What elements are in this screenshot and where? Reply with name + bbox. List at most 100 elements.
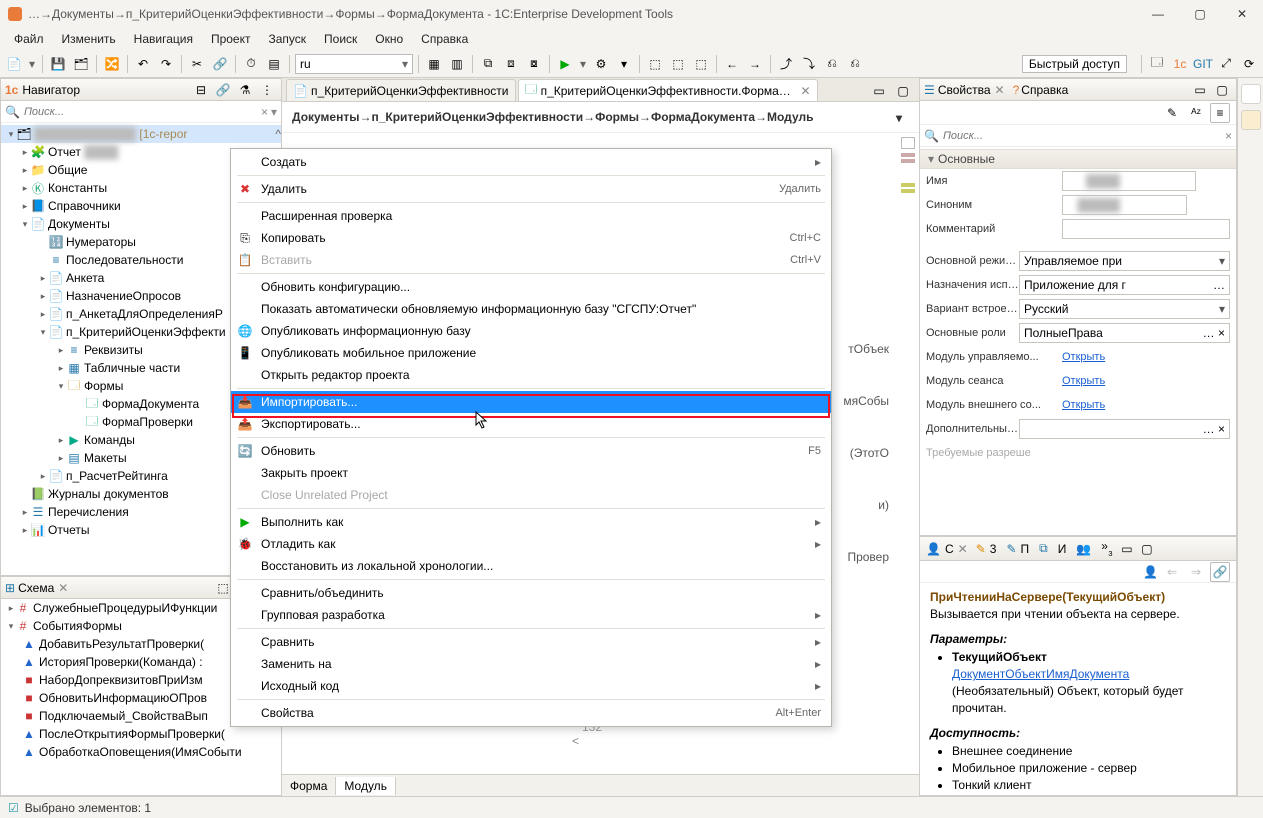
filter-icon[interactable]: ⚗ (235, 80, 255, 100)
prop-section-main[interactable]: ▾Основные (920, 149, 1236, 169)
scheme-item[interactable]: ▲ОбработкаОповещения(ИмяСобыти (1, 743, 281, 761)
tb-icon-9[interactable]: ⬚ (668, 54, 688, 74)
prop-addwords-combo[interactable]: … × (1019, 419, 1230, 439)
tb-icon-11[interactable]: ⤴ (776, 54, 796, 74)
editor-tab[interactable]: 📄 п_КритерийОценкиЭффективности (286, 79, 516, 101)
forward-button[interactable]: → (745, 54, 765, 74)
tb-icon-10[interactable]: ⬚ (691, 54, 711, 74)
menu-run[interactable]: Запуск (260, 30, 314, 48)
prop-roles-combo[interactable]: ПолныеПрава… × (1019, 323, 1230, 343)
tree-root[interactable]: ▾🗂████████████ [1c-repor^ (1, 125, 281, 143)
maximize-button[interactable]: ▢ (1179, 0, 1221, 28)
context-menu-item[interactable]: 📥Импортировать... (231, 391, 831, 413)
restore-icon[interactable]: ▭ (869, 81, 889, 101)
footer-tab-form[interactable]: Форма (282, 777, 336, 795)
context-menu-item[interactable]: Сравнить/объединить (231, 582, 831, 604)
context-menu-item[interactable]: Восстановить из локальной хронологии... (231, 555, 831, 577)
vstrip-btn-2[interactable] (1241, 110, 1261, 130)
menu-help[interactable]: Справка (413, 30, 476, 48)
overview-ruler[interactable] (901, 137, 915, 195)
context-menu-item[interactable]: Заменить на▸ (231, 653, 831, 675)
tb-icon-7[interactable]: ▾ (614, 54, 634, 74)
tb-icon-2[interactable]: ▥ (447, 54, 467, 74)
menu-window[interactable]: Окно (367, 30, 411, 48)
prop-name-input[interactable] (1062, 171, 1196, 191)
timer-icon[interactable]: ⏱ (241, 54, 261, 74)
menu-edit[interactable]: Изменить (54, 30, 124, 48)
filter-icon[interactable]: ▤ (264, 54, 284, 74)
context-menu-item[interactable]: Расширенная проверка (231, 205, 831, 227)
help-body[interactable]: ПриЧтенииНаСервере(ТекущийОбъект) Вызыва… (920, 583, 1236, 795)
help-link-icon[interactable]: 🔗 (1210, 562, 1230, 582)
menu-file[interactable]: Файл (6, 30, 52, 48)
menu-search[interactable]: Поиск (316, 30, 365, 48)
context-menu-item[interactable]: Групповая разработка▸ (231, 604, 831, 626)
quick-access-field[interactable]: Быстрый доступ (1022, 55, 1127, 73)
prop-tool-1[interactable]: ✎ (1162, 103, 1182, 123)
context-menu-item[interactable]: Показать автоматически обновляемую инфор… (231, 298, 831, 320)
maximize-icon[interactable]: ▢ (1137, 539, 1157, 559)
redo-button[interactable]: ↷ (156, 54, 176, 74)
perspective-icon2[interactable]: ⤢ (1216, 54, 1236, 74)
context-menu-item[interactable]: 📱Опубликовать мобильное приложение (231, 342, 831, 364)
context-menu-item[interactable]: СвойстваAlt+Enter (231, 702, 831, 724)
back-button[interactable]: ← (722, 54, 742, 74)
context-menu-item[interactable]: ▶Выполнить как▸ (231, 511, 831, 533)
chevron-down-icon[interactable]: ▾ (271, 105, 277, 119)
tb-icon-12[interactable]: ⤵ (799, 54, 819, 74)
help-tab-c[interactable]: С (945, 542, 954, 556)
help-param-link[interactable]: ДокументОбъектИмяДокумента (952, 667, 1129, 681)
open-link[interactable]: Открыть (1062, 399, 1105, 411)
tb-icon-3[interactable]: ⧉ (478, 54, 498, 74)
open-link[interactable]: Открыть (1062, 375, 1105, 387)
save-button[interactable]: 💾 (48, 54, 68, 74)
context-menu[interactable]: Создать▸✖УдалитьУдалитьРасширенная прове… (230, 148, 832, 727)
toggle-button[interactable]: 🔀 (102, 54, 122, 74)
link-button[interactable]: 🔗 (210, 54, 230, 74)
close-button[interactable]: ✕ (1221, 0, 1263, 28)
vstrip-btn-1[interactable] (1241, 84, 1261, 104)
help-forward-icon[interactable]: ⇒ (1186, 562, 1206, 582)
perspective-icon[interactable]: 1c (1170, 54, 1190, 74)
view-menu-icon[interactable]: ⋮ (257, 80, 277, 100)
link-editor-icon[interactable]: 🔗 (213, 80, 233, 100)
context-menu-item[interactable]: Обновить конфигурацию... (231, 276, 831, 298)
navigator-search-input[interactable] (24, 106, 261, 118)
tb-icon-8[interactable]: ⬚ (645, 54, 665, 74)
properties-body[interactable]: ▾Основные Имя████ Синоним█████ Комментар… (920, 147, 1236, 535)
dropdown-icon[interactable]: ▾ (578, 54, 588, 74)
properties-help-tab[interactable]: Справка (1021, 83, 1068, 97)
prop-comment-input[interactable] (1062, 219, 1230, 239)
context-menu-item[interactable]: ✖УдалитьУдалить (231, 178, 831, 200)
run-button[interactable]: ▶ (555, 54, 575, 74)
context-menu-item[interactable]: Открыть редактор проекта (231, 364, 831, 386)
footer-tab-module[interactable]: Модуль (336, 777, 396, 795)
scheme-item[interactable]: ▲ПослеОткрытияФормыПроверки( (1, 725, 281, 743)
help-back-icon[interactable]: ⇐ (1162, 562, 1182, 582)
new-button[interactable]: 📄 (4, 54, 24, 74)
perspective-icon3[interactable]: ⟳ (1239, 54, 1259, 74)
breadcrumb-menu-icon[interactable]: ▾ (889, 108, 909, 128)
clear-search-icon[interactable]: × (261, 105, 268, 119)
menu-project[interactable]: Проект (203, 30, 259, 48)
cut-button[interactable]: ✂ (187, 54, 207, 74)
menu-navigation[interactable]: Навигация (126, 30, 201, 48)
prop-dest-combo[interactable]: Приложение для г… (1019, 275, 1230, 295)
context-menu-item[interactable]: 📤Экспортировать... (231, 413, 831, 435)
maximize-editor-icon[interactable]: ▢ (893, 81, 913, 101)
minimize-button[interactable]: ― (1137, 0, 1179, 28)
prop-mode-combo[interactable]: Управляемое при▾ (1019, 251, 1230, 271)
context-menu-item[interactable]: 🌐Опубликовать информационную базу (231, 320, 831, 342)
tb-icon-14[interactable]: ⎌ (845, 54, 865, 74)
close-icon[interactable]: ✕ (958, 542, 968, 556)
tb-icon-5[interactable]: ⧇ (524, 54, 544, 74)
properties-search-input[interactable] (943, 130, 1225, 142)
tb-icon-4[interactable]: ⧈ (501, 54, 521, 74)
context-menu-item[interactable]: Сравнить▸ (231, 631, 831, 653)
restore-icon[interactable]: ▭ (1190, 80, 1210, 100)
context-menu-item[interactable]: Закрыть проект (231, 462, 831, 484)
language-combo[interactable]: ru ▾ (295, 54, 413, 74)
context-menu-item[interactable]: 🐞Отладить как▸ (231, 533, 831, 555)
open-link[interactable]: Открыть (1062, 351, 1105, 363)
save-all-button[interactable]: 🗂 (71, 54, 91, 74)
